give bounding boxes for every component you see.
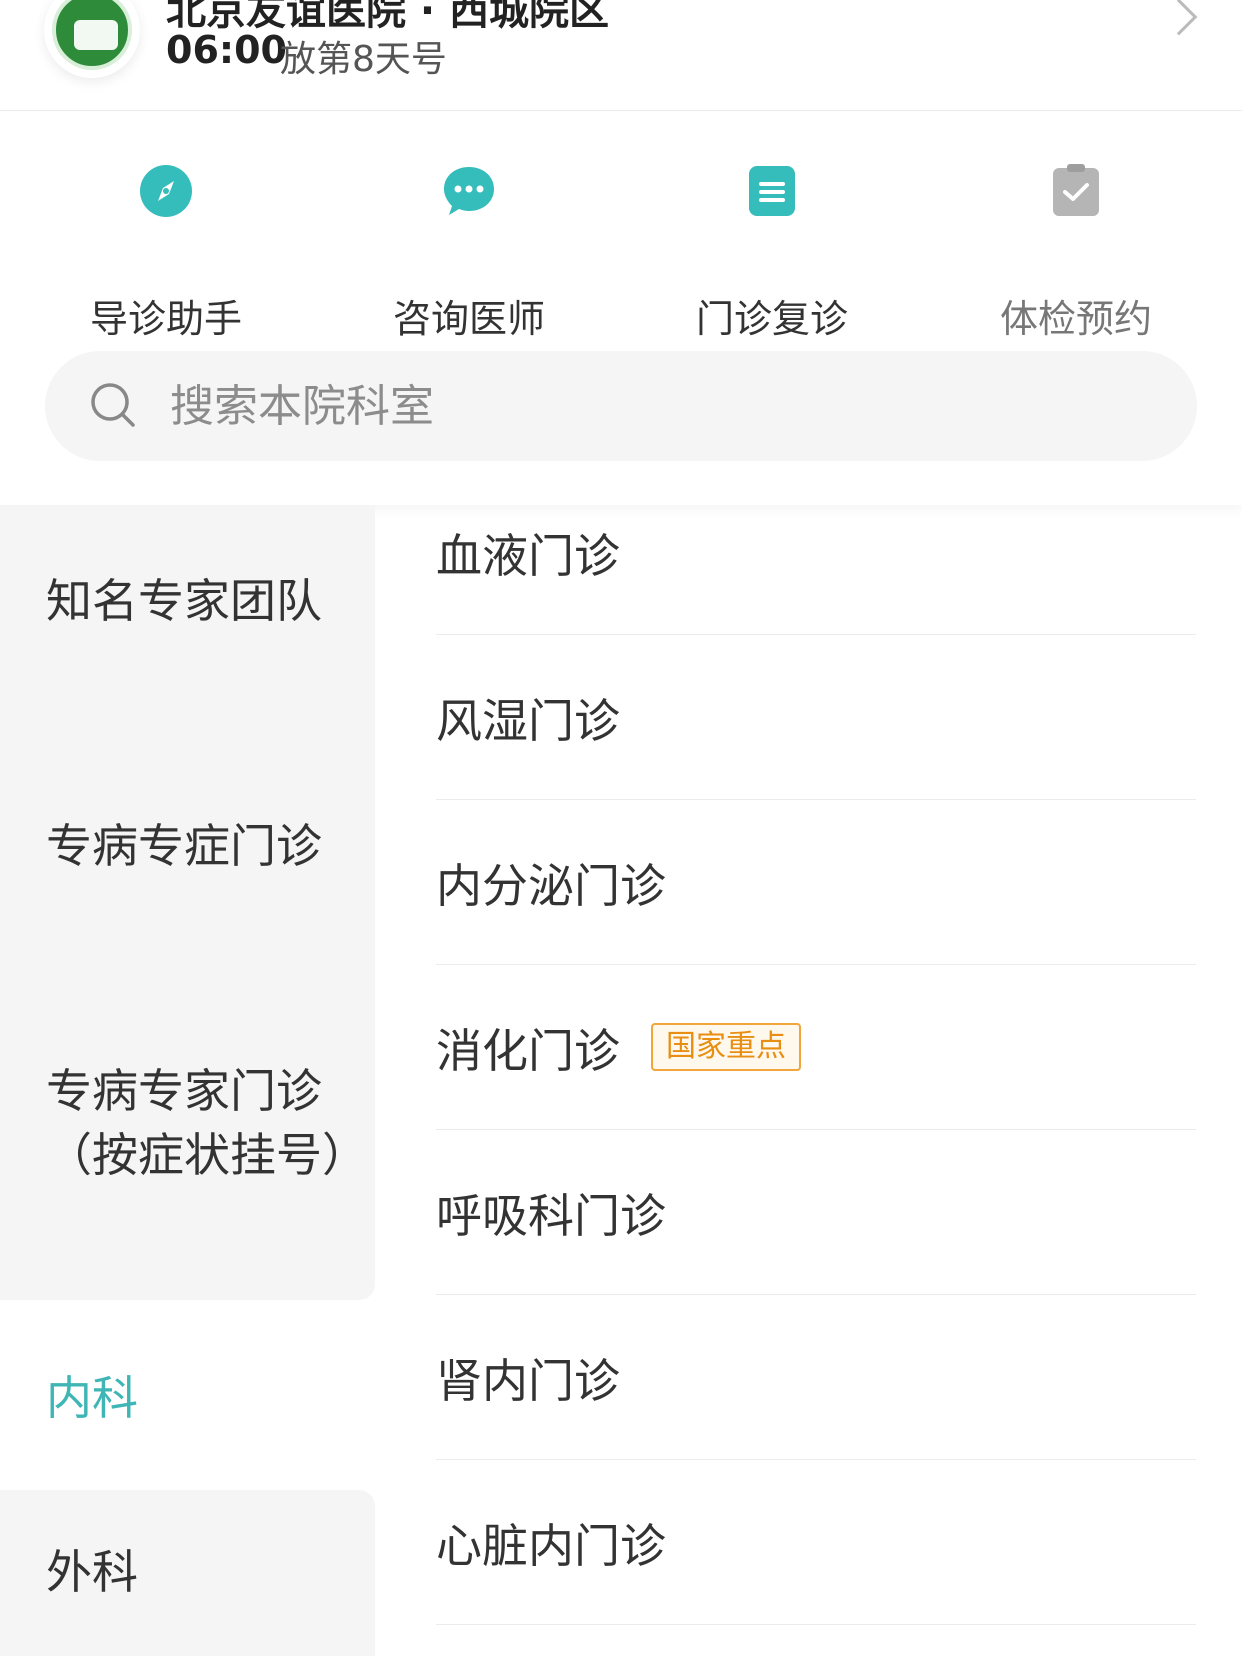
sidebar-item-label: 专病专症门诊	[46, 819, 322, 873]
chevron-right-icon[interactable]	[1160, 0, 1198, 36]
list-item[interactable]: 心脏内门诊	[436, 1460, 1196, 1625]
department-name: 肾内门诊	[436, 1354, 620, 1408]
list-item[interactable]: 呼吸科门诊	[436, 1130, 1196, 1295]
list-item[interactable]: 风湿门诊	[436, 635, 1196, 800]
department-name: 呼吸科门诊	[436, 1189, 666, 1243]
search-input[interactable]	[170, 373, 1070, 439]
search-icon	[91, 383, 135, 427]
shortcut-outpatient-revisit[interactable]: 门诊复诊	[652, 164, 892, 341]
search-section	[0, 340, 1242, 505]
sidebar-item-famous-experts[interactable]: 知名专家团队	[0, 505, 375, 750]
department-name: 心脏内门诊	[436, 1519, 666, 1573]
list-item[interactable]: 血液门诊	[436, 505, 1196, 635]
shortcut-label: 咨询医师	[392, 297, 545, 341]
shortcut-consult-doctor[interactable]: 咨询医师	[349, 164, 589, 341]
shortcut-triage-assistant[interactable]: 导诊助手	[46, 164, 286, 341]
shortcut-bar: 导诊助手 咨询医师 门诊复诊 体检预约	[0, 112, 1242, 341]
shortcut-checkup-booking[interactable]: 体检预约	[956, 164, 1196, 341]
category-sidebar: 知名专家团队 专病专症门诊 专病专家门诊（按症状挂号） 内科 外科	[0, 505, 375, 1656]
sidebar-item-label: 专病专家门诊（按症状挂号）	[46, 1064, 368, 1182]
department-list: 血液门诊 风湿门诊 内分泌门诊 消化门诊 国家重点 呼吸科门诊 肾内门诊 心脏内…	[375, 505, 1242, 1656]
sidebar-item-specialty-clinic[interactable]: 专病专症门诊	[0, 750, 375, 995]
shortcut-label: 门诊复诊	[695, 297, 848, 341]
hospital-logo	[44, 0, 140, 78]
document-list-icon	[749, 166, 795, 216]
compass-icon	[140, 165, 192, 217]
release-time: 06:00	[166, 28, 287, 72]
hospital-header[interactable]: 北京友谊医院 · 西城院区 06:00 放第8天号	[0, 0, 1242, 111]
sidebar-item-surgery[interactable]: 外科	[0, 1490, 375, 1656]
sidebar-item-label: 内科	[46, 1371, 138, 1425]
national-key-badge: 国家重点	[651, 1023, 801, 1071]
sidebar-item-internal-medicine[interactable]: 内科	[0, 1310, 375, 1485]
sidebar-item-specialty-experts[interactable]: 专病专家门诊（按症状挂号）	[0, 995, 375, 1300]
list-item[interactable]: 肾内门诊	[436, 1295, 1196, 1460]
shortcut-label: 导诊助手	[89, 297, 242, 341]
sidebar-item-label: 知名专家团队	[46, 574, 322, 628]
department-name: 内分泌门诊	[436, 859, 666, 913]
clipboard-check-icon	[1053, 164, 1099, 216]
chat-bubble-icon	[444, 167, 494, 215]
search-bar[interactable]	[45, 351, 1197, 461]
department-name: 消化门诊	[436, 1024, 620, 1078]
department-name: 血液门诊	[436, 529, 620, 583]
list-item[interactable]: 内分泌门诊	[436, 800, 1196, 965]
sidebar-item-label: 外科	[46, 1545, 138, 1599]
shortcut-label: 体检预约	[999, 297, 1152, 341]
release-note: 放第8天号	[280, 39, 447, 80]
department-name: 风湿门诊	[436, 694, 620, 748]
list-item[interactable]: 消化门诊 国家重点	[436, 965, 1196, 1130]
